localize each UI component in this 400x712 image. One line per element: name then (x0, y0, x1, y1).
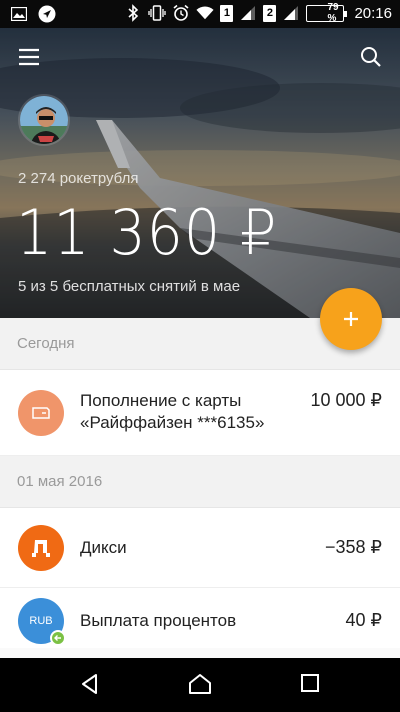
android-navigation-bar (0, 658, 400, 712)
free-withdrawals-info: 5 из 5 бесплатных снятий в мае (18, 278, 241, 295)
signal-icon (282, 4, 300, 22)
menu-button[interactable] (18, 48, 44, 70)
sim2-badge: 2 (263, 4, 277, 22)
signal-icon (239, 4, 257, 22)
battery-indicator: 79 % (306, 2, 348, 24)
vibrate-icon (148, 4, 167, 22)
recents-button[interactable] (299, 672, 325, 698)
arrow-left-icon (54, 635, 61, 641)
transaction-amount: 40 ₽ (345, 610, 382, 630)
transaction-title-line1: Пополнение с карты (80, 391, 242, 410)
sim1-badge: 1 (220, 4, 234, 22)
back-icon (82, 674, 97, 694)
recents-icon (301, 674, 319, 692)
merchant-logo (18, 525, 64, 571)
app-screen: 1 2 79 % 20:16 2 274 рокетрубля 11 360 ₽… (0, 0, 400, 712)
avatar[interactable] (18, 94, 70, 146)
clock: 20:16 (354, 4, 392, 22)
wifi-icon (196, 4, 215, 22)
bluetooth-icon (124, 4, 142, 22)
search-button[interactable] (360, 46, 384, 70)
transaction-title: Выплата процентов (80, 611, 237, 630)
transaction-row[interactable]: Пополнение с карты «Райффайзен ***6135» … (0, 370, 400, 456)
dixy-logo-icon (32, 540, 50, 557)
home-button[interactable] (187, 672, 213, 698)
transactions-list: Сегодня Пополнение с карты «Райффайзен *… (0, 318, 400, 658)
account-balance: 11 360 ₽ (16, 196, 278, 269)
incoming-badge (50, 630, 66, 646)
card-icon (32, 407, 50, 419)
battery-percent: 79 % (327, 2, 339, 24)
rub-currency-icon: RUB (18, 598, 66, 646)
image-icon (10, 5, 28, 23)
transaction-row[interactable]: RUB Выплата процентов 40 ₽ (0, 588, 400, 648)
status-bar: 1 2 79 % 20:16 (0, 0, 400, 28)
rub-label: RUB (29, 615, 53, 627)
rocketrubles-balance: 2 274 рокетрубля (18, 170, 139, 187)
alarm-icon (172, 4, 190, 22)
add-button[interactable] (320, 288, 382, 350)
section-header-date: 01 мая 2016 (0, 456, 400, 508)
hamburger-icon (19, 48, 39, 66)
plus-icon (344, 312, 358, 326)
navigation-icon (38, 5, 56, 23)
back-button[interactable] (78, 672, 104, 698)
transaction-icon-circle (18, 390, 64, 436)
transaction-amount: 10 000 ₽ (310, 390, 382, 410)
transaction-title: Пополнение с карты «Райффайзен ***6135» (80, 390, 264, 434)
transaction-row[interactable]: Дикси −358 ₽ (0, 508, 400, 588)
search-icon (361, 47, 381, 67)
balance-header: 2 274 рокетрубля 11 360 ₽ 5 из 5 бесплат… (0, 28, 400, 318)
transaction-title: Дикси (80, 538, 127, 557)
transaction-title-line2: «Райффайзен ***6135» (80, 413, 265, 432)
home-icon (189, 674, 211, 694)
transaction-amount: −358 ₽ (325, 537, 382, 557)
